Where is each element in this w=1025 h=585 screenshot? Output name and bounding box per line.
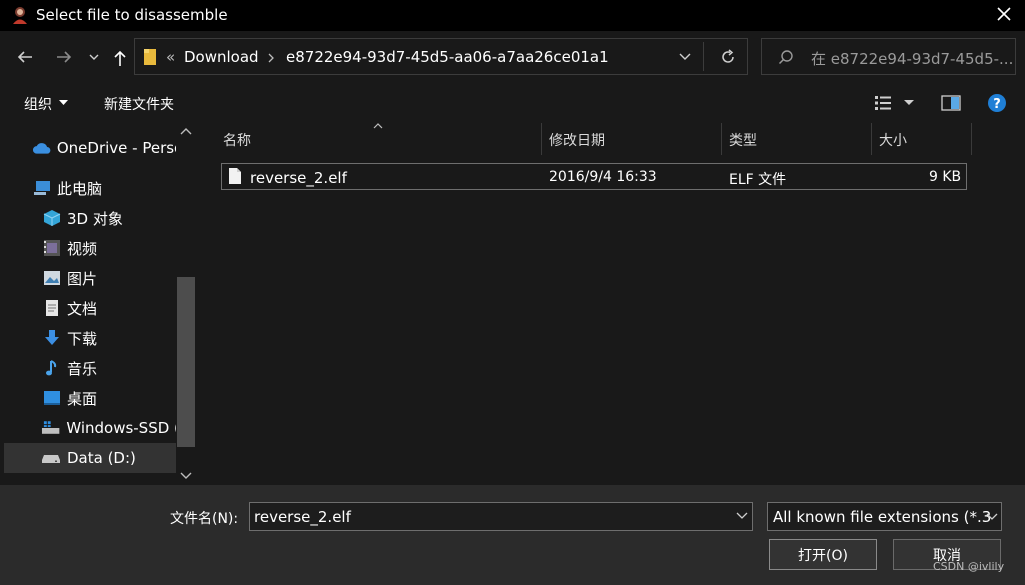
video-icon xyxy=(44,240,60,256)
sidebar-item-label: 此电脑 xyxy=(57,179,103,198)
chevron-right-icon xyxy=(268,53,274,63)
preview-pane-icon[interactable] xyxy=(941,95,961,111)
search-icon xyxy=(778,50,793,65)
sidebar-item-label: 桌面 xyxy=(67,389,98,408)
sidebar-item-label: 3D 对象 xyxy=(67,209,123,228)
column-header-type[interactable]: 类型 xyxy=(729,130,757,150)
chevron-down-icon[interactable] xyxy=(736,512,748,520)
chevron-down-icon[interactable] xyxy=(679,52,691,62)
new-folder-button[interactable]: 新建文件夹 xyxy=(104,94,174,114)
download-icon xyxy=(45,330,59,345)
column-header-name[interactable]: 名称 xyxy=(223,130,251,150)
sidebar-item-music[interactable]: 音乐 xyxy=(0,353,176,383)
watermark: CSDN @ivlily xyxy=(933,560,1005,573)
cube-icon xyxy=(43,210,61,226)
filename-input[interactable] xyxy=(249,502,753,531)
filename-label: 文件名(N): xyxy=(170,511,239,527)
breadcrumb-overflow[interactable]: « xyxy=(166,48,175,66)
search-input[interactable]: 在 e8722e94-93d7-45d5-... xyxy=(811,48,1013,69)
chevron-down-icon xyxy=(986,513,998,520)
sidebar-item-data-drive[interactable]: Data (D:) xyxy=(4,443,176,473)
file-size: 9 KB xyxy=(929,169,962,185)
arrow-right-icon xyxy=(57,51,72,63)
drive-icon xyxy=(41,421,60,434)
music-icon xyxy=(46,360,57,376)
sidebar-item-downloads[interactable]: 下载 xyxy=(0,323,176,353)
up-button[interactable] xyxy=(107,45,133,71)
computer-icon xyxy=(34,181,50,195)
caret-down-icon xyxy=(59,100,68,105)
sidebar-item-label: 图片 xyxy=(67,269,98,288)
desktop-icon xyxy=(44,391,60,405)
column-header-size[interactable]: 大小 xyxy=(879,130,907,150)
file-name: reverse_2.elf xyxy=(250,169,347,187)
arrow-left-icon xyxy=(17,51,32,63)
app-icon xyxy=(13,7,27,24)
navigation-pane: OneDrive - Perso 此电脑 3D 对象 视频 图片 文档 下载 音… xyxy=(0,121,196,485)
svg-text:?: ? xyxy=(993,97,1001,112)
cloud-icon xyxy=(32,143,51,154)
sidebar-item-3d-objects[interactable]: 3D 对象 xyxy=(0,203,176,233)
sidebar-item-label: Windows-SSD ( xyxy=(66,419,176,437)
open-button[interactable]: 打开(O) xyxy=(769,539,877,570)
divider xyxy=(703,42,704,71)
sidebar-item-onedrive[interactable]: OneDrive - Perso xyxy=(0,133,176,163)
address-bar[interactable]: « Download e8722e94-93d7-45d5-aa06-a7aa2… xyxy=(134,38,748,75)
close-icon[interactable] xyxy=(992,4,1016,26)
sidebar-item-this-pc[interactable]: 此电脑 xyxy=(0,173,176,203)
sidebar-item-videos[interactable]: 视频 xyxy=(0,233,176,263)
organize-button[interactable]: 组织 xyxy=(24,94,52,114)
scrollbar-thumb[interactable] xyxy=(177,277,195,447)
sidebar-item-label: 文档 xyxy=(67,299,98,318)
breadcrumb-download[interactable]: Download xyxy=(184,48,259,66)
picture-icon xyxy=(44,271,60,285)
column-divider[interactable] xyxy=(721,123,722,155)
column-divider[interactable] xyxy=(541,123,542,155)
sidebar-item-label: 音乐 xyxy=(67,359,98,378)
breadcrumb-folder[interactable]: e8722e94-93d7-45d5-aa06-a7aa26ce01a1 xyxy=(286,48,609,66)
back-button[interactable] xyxy=(12,44,38,70)
scroll-down-icon[interactable] xyxy=(180,472,192,480)
sidebar-item-documents[interactable]: 文档 xyxy=(0,293,176,323)
column-header-modified[interactable]: 修改日期 xyxy=(549,130,605,150)
search-box[interactable]: 在 e8722e94-93d7-45d5-... xyxy=(761,38,1016,75)
sidebar-item-label: 视频 xyxy=(67,239,98,258)
caret-down-icon[interactable] xyxy=(904,100,914,106)
file-type-filter[interactable]: All known file extensions (*.3 xyxy=(767,502,1002,531)
column-divider[interactable] xyxy=(971,123,972,155)
sidebar-item-label: Data (D:) xyxy=(67,449,136,467)
dialog-footer xyxy=(0,485,1025,585)
file-type-filter-value: All known file extensions (*.3 xyxy=(773,508,992,526)
sidebar-item-label: OneDrive - Perso xyxy=(56,139,176,157)
drive-icon xyxy=(42,455,60,463)
folder-icon xyxy=(144,49,156,65)
sort-ascending-icon xyxy=(373,123,383,129)
forward-button[interactable] xyxy=(51,44,77,70)
sidebar-item-pictures[interactable]: 图片 xyxy=(0,263,176,293)
help-icon[interactable]: ? xyxy=(987,93,1007,113)
file-modified: 2016/9/4 16:33 xyxy=(549,169,657,185)
document-icon xyxy=(46,300,58,316)
sidebar-item-label: 下载 xyxy=(67,329,98,348)
scroll-up-icon[interactable] xyxy=(180,127,192,135)
chevron-down-icon xyxy=(89,54,99,60)
view-options-icon[interactable] xyxy=(874,95,892,111)
recent-locations-button[interactable] xyxy=(84,44,104,70)
sidebar-item-windows-ssd[interactable]: Windows-SSD ( xyxy=(0,413,176,443)
file-type: ELF 文件 xyxy=(729,172,787,188)
refresh-icon[interactable] xyxy=(719,48,737,66)
file-icon xyxy=(229,168,241,184)
window-title: Select file to disassemble xyxy=(36,6,228,24)
sidebar-item-desktop[interactable]: 桌面 xyxy=(0,383,176,413)
arrow-up-icon xyxy=(114,50,126,66)
column-divider[interactable] xyxy=(871,123,872,155)
